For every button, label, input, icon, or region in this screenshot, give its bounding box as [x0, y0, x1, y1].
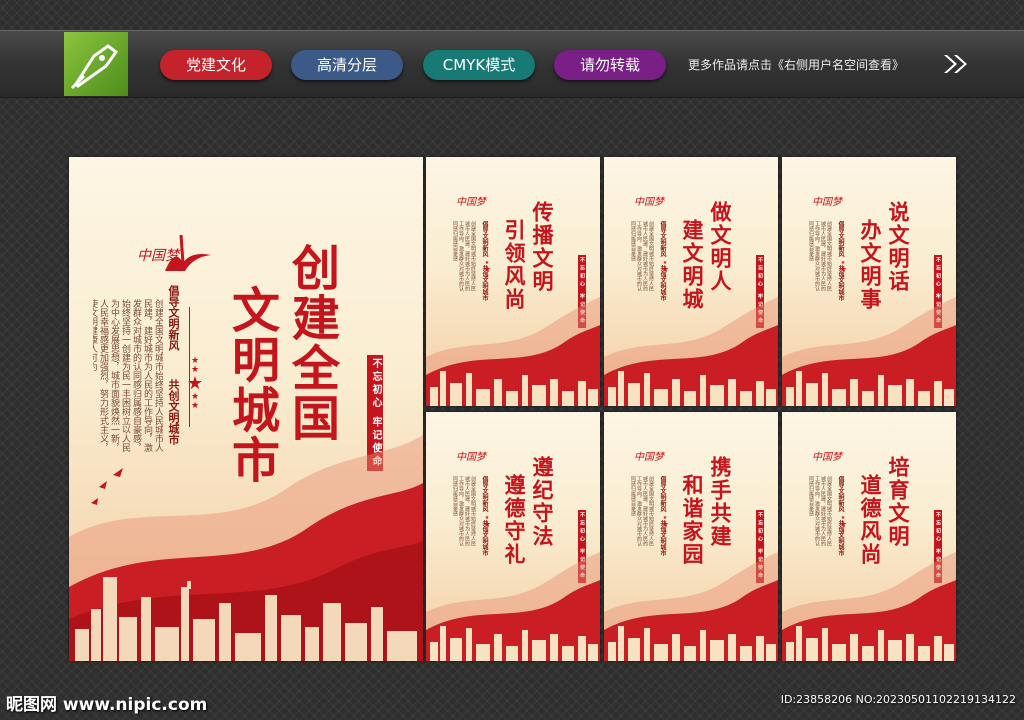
ribbon-skyline — [604, 297, 778, 406]
double-chevron-right-icon[interactable] — [942, 53, 970, 79]
ribbon-skyline — [426, 552, 600, 661]
tag-cmyk-mode[interactable]: CMYK模式 — [423, 50, 535, 80]
poster-card: 中国梦 传播文明 引领风尚 倡导文明新风 共创文明城市 ★ ★ ★ 创建全国文明城市… — [426, 157, 600, 406]
poster-card: 中国梦 遵纪守法 遵德守礼 倡导文明新风 共创文明城市 ★ ★ ★ 创建全国文明城市… — [426, 412, 600, 661]
poster-card: 中国梦 做文明人 建文明城 倡导文明新风 共创文明城市 ★ ★ ★ 创建全国文明城市… — [604, 157, 778, 406]
ribbon-skyline — [782, 297, 956, 406]
tag-hd-layers[interactable]: 高清分层 — [291, 50, 403, 80]
ribbon-skyline — [426, 297, 600, 406]
main-poster: 中国梦 创建全国 文明城市 倡导文明新风 共创文明城市 ★ ★ ★ ★ ★ 创建全国文明… — [69, 157, 423, 661]
poster-card: 中国梦 携手共建 和谐家园 倡导文明新风 共创文明城市 ★ ★ ★ 创建全国文明城市… — [604, 412, 778, 661]
poster-card: 中国梦 说文明话 办文明事 倡导文明新风 共创文明城市 ★ ★ ★ 创建全国文明城市… — [782, 157, 956, 406]
more-works-note[interactable]: 更多作品请点击《右侧用户名空间查看》 — [688, 56, 904, 73]
pen-nib-icon — [64, 32, 128, 96]
tag-party-culture[interactable]: 党建文化 — [160, 50, 272, 80]
poster-card: 中国梦 培育文明 道德风尚 倡导文明新风 共创文明城市 ★ ★ ★ 创建全国文明城市… — [782, 412, 956, 661]
ribbon-skyline — [782, 552, 956, 661]
image-id-watermark: ID:23858206 NO:20230501102219134122 — [780, 693, 1016, 706]
main-ribbon-skyline — [69, 435, 423, 661]
tag-no-repost[interactable]: 请勿转载 — [554, 50, 666, 80]
site-watermark[interactable]: 昵图网 www.nipic.com — [6, 690, 207, 715]
ribbon-skyline — [604, 552, 778, 661]
